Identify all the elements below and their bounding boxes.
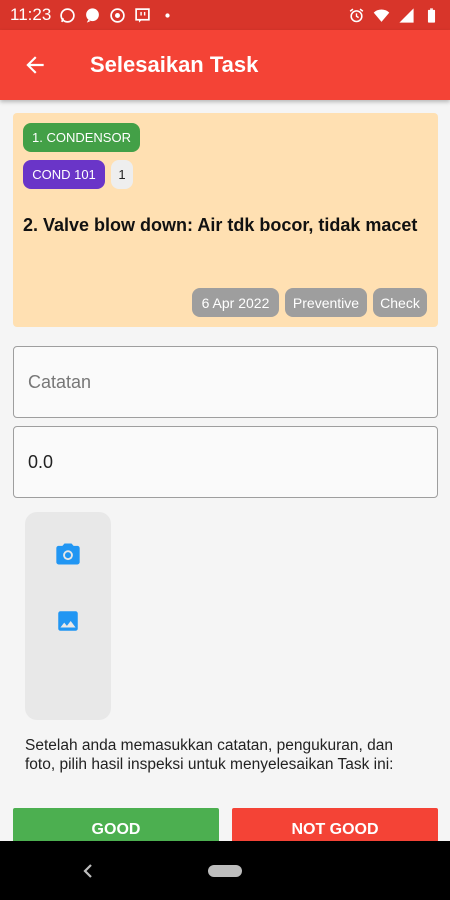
maintenance-type-tag: Preventive — [285, 288, 367, 317]
app-bar: Selesaikan Task — [0, 30, 450, 100]
measurement-field[interactable] — [13, 426, 438, 498]
back-button[interactable] — [0, 30, 70, 100]
wifi-icon — [373, 8, 390, 22]
task-title: 2. Valve blow down: Air tdk bocor, tidak… — [23, 215, 418, 235]
notes-input[interactable] — [28, 371, 437, 393]
instruction-text: Setelah anda memasukkan catatan, penguku… — [25, 737, 394, 773]
date-tag: 6 Apr 2022 — [192, 288, 279, 317]
gallery-button[interactable] — [50, 603, 86, 639]
page-title: Selesaikan Task — [90, 52, 259, 77]
whatsapp-icon — [60, 7, 76, 23]
twitch-icon — [135, 7, 151, 23]
signal-icon — [399, 7, 414, 23]
status-time: 11:23 — [10, 5, 52, 24]
asset-count-badge: 1 — [111, 160, 133, 189]
camera-button[interactable] — [50, 536, 86, 572]
alarm-icon — [349, 8, 364, 22]
status-bar: 11:23 — [0, 0, 450, 30]
battery-icon — [427, 7, 436, 23]
navigation-bar — [0, 841, 450, 900]
system-icons — [348, 7, 440, 24]
image-icon — [58, 611, 78, 631]
camera-icon — [56, 543, 80, 565]
chrome-icon — [110, 7, 126, 23]
nav-back-icon — [83, 864, 92, 878]
action-type-tag: Check — [373, 288, 427, 317]
nav-back-button[interactable] — [78, 859, 98, 883]
task-card: 1. CONDENSOR COND 101 1 2. Valve blow do… — [13, 113, 438, 327]
category-chip: 1. CONDENSOR — [23, 123, 140, 152]
chat-bubble-icon — [86, 7, 100, 23]
asset-code-chip: COND 101 — [23, 160, 105, 189]
notes-field[interactable] — [13, 346, 438, 418]
notification-icons — [59, 7, 176, 24]
dot-icon — [165, 12, 170, 18]
arrow-back-icon — [26, 56, 44, 74]
nav-home-icon[interactable] — [208, 865, 242, 877]
measurement-input[interactable] — [28, 451, 437, 473]
